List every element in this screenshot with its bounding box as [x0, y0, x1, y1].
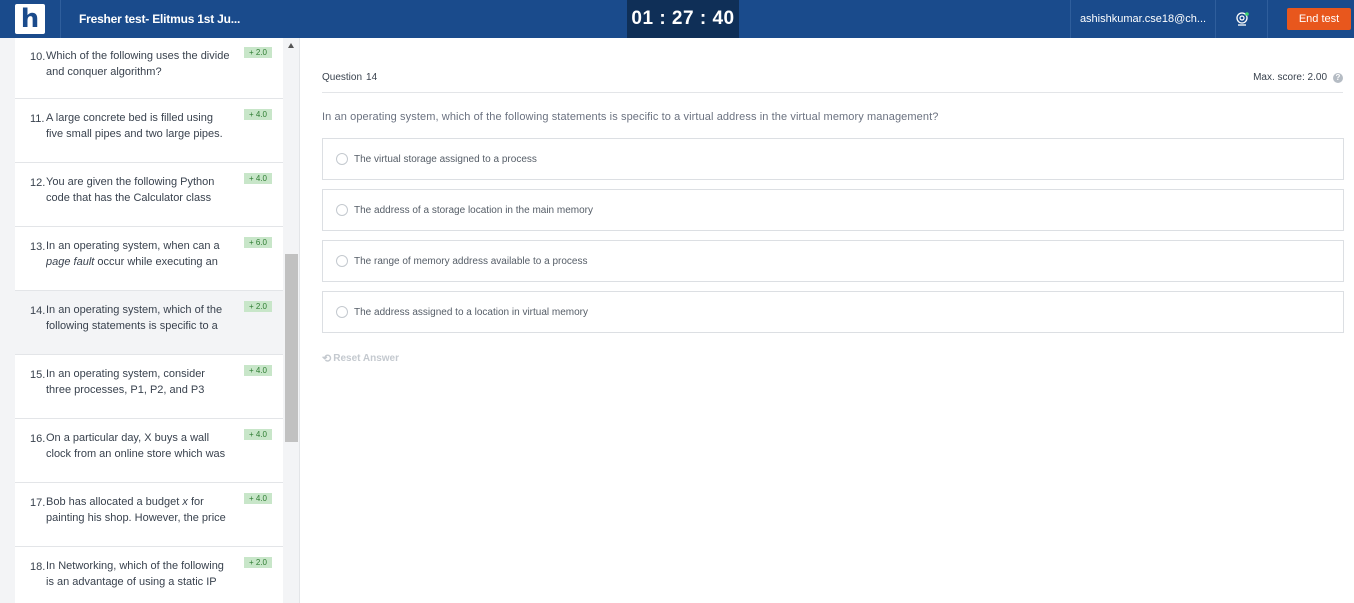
question-number: 15.: [30, 369, 46, 381]
question-number: 14.: [30, 305, 46, 317]
reset-answer-button[interactable]: ⟲ Reset Answer: [322, 352, 399, 365]
reset-icon: ⟲: [322, 353, 332, 365]
question-number: 11.: [30, 113, 45, 125]
question-text: A large concrete bed is filled using fiv…: [46, 112, 223, 140]
question-number: 14: [366, 72, 378, 83]
question-text: In an operating system, when can a page …: [46, 238, 231, 270]
question-number: 17.: [30, 497, 46, 509]
hackerearth-logo[interactable]: h: [15, 4, 45, 34]
question-item-11[interactable]: 11. A large concrete bed is filled using…: [15, 99, 283, 163]
question-text: In an operating system, consider three p…: [46, 368, 205, 396]
test-title: Fresher test- Elitmus 1st Ju...: [79, 12, 241, 26]
question-item-17[interactable]: 17. Bob has allocated a budget x for pai…: [15, 483, 283, 547]
question-item-18[interactable]: 18. In Networking, which of the followin…: [15, 547, 283, 603]
question-text: Which of the following uses the divide a…: [46, 50, 230, 78]
score-badge: + 4.0: [243, 109, 272, 120]
question-header: Question 14 Max. score: 2.00 ?: [322, 72, 1343, 93]
question-text-part: Bob has allocated a budget: [46, 496, 183, 508]
top-header: h Fresher test- Elitmus 1st Ju... 01 : 2…: [0, 0, 1354, 38]
score-badge: + 6.0: [243, 237, 272, 248]
answer-option-3[interactable]: The range of memory address available to…: [322, 240, 1344, 282]
score-badge: + 2.0: [243, 557, 272, 568]
question-text: In an operating system, which of the fol…: [46, 304, 223, 332]
answer-option-4[interactable]: The address assigned to a location in vi…: [322, 291, 1344, 333]
webcam-icon: [1235, 12, 1249, 26]
score-badge: + 4.0: [243, 365, 272, 376]
score-badge: + 4.0: [243, 173, 272, 184]
radio-button[interactable]: [336, 255, 348, 267]
score-badge: + 2.0: [243, 301, 272, 312]
end-test-button[interactable]: End test: [1287, 8, 1351, 30]
question-label-text: Question: [322, 72, 363, 83]
radio-button[interactable]: [336, 153, 348, 165]
answer-option-2[interactable]: The address of a storage location in the…: [322, 189, 1344, 231]
question-number: 10.: [30, 51, 46, 63]
question-item-13[interactable]: 13. In an operating system, when can a p…: [15, 227, 283, 291]
question-text: In Networking, which of the following is…: [46, 560, 224, 588]
question-panel: Question 14 Max. score: 2.00 ? In an oper…: [301, 38, 1354, 603]
question-number: 12.: [30, 177, 46, 189]
question-text: You are given the following Python code …: [46, 176, 215, 204]
question-number: 13.: [30, 241, 46, 253]
question-text-emphasis: page fault: [46, 256, 95, 268]
question-item-10[interactable]: 10. Which of the following uses the divi…: [15, 38, 283, 99]
score-badge: + 2.0: [243, 47, 272, 58]
question-item-14[interactable]: 14. In an operating system, which of the…: [15, 291, 283, 355]
logo-container[interactable]: h: [0, 0, 61, 38]
max-score: Max. score: 2.00 ?: [1253, 72, 1343, 83]
answer-option-1[interactable]: The virtual storage assigned to a proces…: [322, 138, 1344, 180]
countdown-timer: 01 : 27 : 40: [627, 0, 739, 38]
option-label: The range of memory address available to…: [354, 255, 588, 267]
question-text: Bob has allocated a budget x for paintin…: [46, 494, 231, 526]
radio-button[interactable]: [336, 204, 348, 216]
help-icon[interactable]: ?: [1333, 72, 1343, 83]
question-item-12[interactable]: 12. You are given the following Python c…: [15, 163, 283, 227]
question-sidebar: 10. Which of the following uses the divi…: [0, 38, 300, 603]
question-item-16[interactable]: 16. On a particular day, X buys a wall c…: [15, 419, 283, 483]
question-list: 10. Which of the following uses the divi…: [15, 38, 283, 603]
question-number: 18.: [30, 561, 46, 573]
score-badge: + 4.0: [243, 429, 272, 440]
option-label: The address assigned to a location in vi…: [354, 306, 589, 318]
question-label: Question 14: [322, 72, 377, 83]
option-label: The address of a storage location in the…: [354, 204, 594, 216]
radio-button[interactable]: [336, 306, 348, 318]
question-number: 16.: [30, 433, 46, 445]
question-item-15[interactable]: 15. In an operating system, consider thr…: [15, 355, 283, 419]
question-text-part: In an operating system, when can a: [46, 240, 220, 252]
question-prompt: In an operating system, which of the fol…: [322, 111, 939, 123]
question-text-part: occur while executing an: [94, 256, 218, 268]
scrollbar-thumb[interactable]: [285, 254, 298, 442]
reset-label: Reset Answer: [333, 353, 399, 364]
question-text: On a particular day, X buys a wall clock…: [46, 432, 226, 460]
webcam-button[interactable]: [1216, 0, 1268, 38]
option-label: The virtual storage assigned to a proces…: [354, 153, 537, 165]
score-badge: + 4.0: [243, 493, 272, 504]
max-score-text: Max. score: 2.00: [1253, 72, 1327, 83]
user-email[interactable]: ashishkumar.cse18@ch...: [1070, 0, 1216, 38]
scroll-up-arrow-icon[interactable]: [288, 43, 294, 48]
